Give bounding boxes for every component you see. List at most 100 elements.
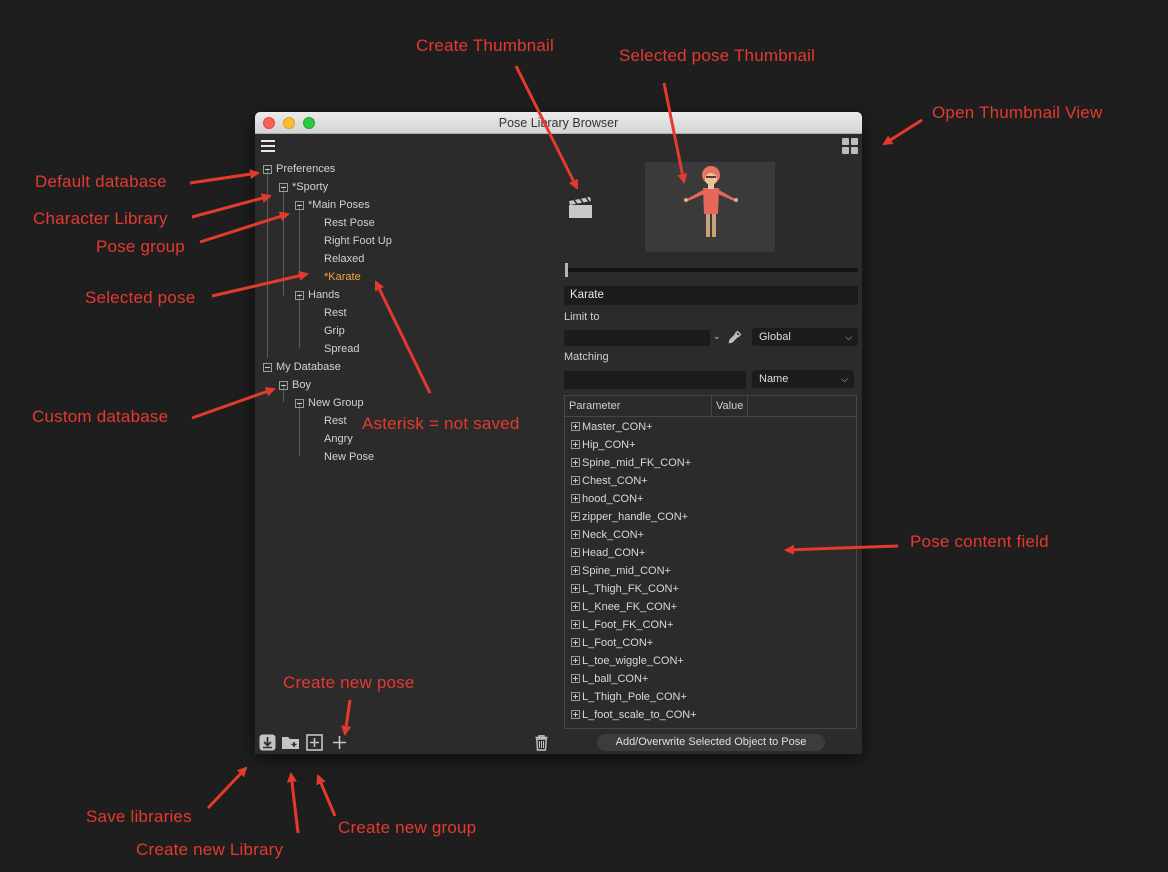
expand-icon[interactable] <box>571 440 580 449</box>
collapse-icon[interactable] <box>295 399 304 408</box>
parameter-name: hood_CON+ <box>582 493 644 505</box>
table-row[interactable]: L_foot_scale_to_CON+ <box>571 706 697 724</box>
tree-item-rest[interactable]: Rest <box>324 304 347 322</box>
expand-icon[interactable] <box>571 458 580 467</box>
annotation-create-new-library: Create new Library <box>136 840 284 859</box>
table-row[interactable]: zipper_handle_CON+ <box>571 508 688 526</box>
thumbnail-slider-handle[interactable] <box>565 263 568 277</box>
table-row[interactable]: L_toe_wiggle_CON+ <box>571 652 684 670</box>
expand-icon[interactable] <box>571 476 580 485</box>
tree-item-boy-rest[interactable]: Rest <box>324 412 347 430</box>
chevron-down-icon[interactable]: ⌄ <box>713 331 721 342</box>
limit-scope-dropdown[interactable]: Global ⌵ <box>752 328 858 346</box>
new-group-icon[interactable] <box>306 734 323 751</box>
table-row[interactable]: Master_CON+ <box>571 418 653 436</box>
tree-item-preferences[interactable]: Preferences <box>263 160 335 178</box>
expand-icon[interactable] <box>571 602 580 611</box>
annotation-custom-database: Custom database <box>32 407 169 426</box>
tree-item-grip[interactable]: Grip <box>324 322 345 340</box>
title-bar[interactable]: Pose Library Browser <box>255 112 862 134</box>
tree-item-hands[interactable]: Hands <box>295 286 340 304</box>
collapse-icon[interactable] <box>295 201 304 210</box>
column-header-value[interactable]: Value <box>712 396 748 417</box>
tree-item-new-group[interactable]: New Group <box>295 394 364 412</box>
trash-icon[interactable] <box>533 734 550 751</box>
collapse-icon[interactable] <box>263 363 272 372</box>
thumbnail-slider-track[interactable] <box>565 268 858 272</box>
expand-icon[interactable] <box>571 530 580 539</box>
matching-mode-value: Name <box>759 373 789 385</box>
matching-field[interactable] <box>564 371 746 389</box>
annotation-selected-pose-thumbnail: Selected pose Thumbnail <box>619 46 816 65</box>
table-row[interactable]: L_Foot_CON+ <box>571 634 653 652</box>
expand-icon[interactable] <box>571 692 580 701</box>
create-thumbnail-icon[interactable] <box>568 196 593 218</box>
table-row[interactable]: L_Thigh_FK_CON+ <box>571 580 679 598</box>
expand-icon[interactable] <box>571 656 580 665</box>
table-row[interactable]: Neck_CON+ <box>571 526 644 544</box>
new-pose-icon[interactable] <box>331 734 348 751</box>
pose-name-field[interactable]: Karate <box>564 286 858 305</box>
limit-to-field[interactable] <box>564 330 710 346</box>
collapse-icon[interactable] <box>279 381 288 390</box>
table-row[interactable]: L_Knee_FK_CON+ <box>571 598 677 616</box>
tree-item-spread[interactable]: Spread <box>324 340 359 358</box>
table-row[interactable]: L_Thigh_Pole_CON+ <box>571 688 687 706</box>
character-thumbnail-image <box>684 166 738 241</box>
tree-item-sporty[interactable]: *Sporty <box>279 178 328 196</box>
add-overwrite-button[interactable]: Add/Overwrite Selected Object to Pose <box>597 734 825 751</box>
tree-item-right-foot-up[interactable]: Right Foot Up <box>324 232 392 250</box>
tree-item-label: Hands <box>308 289 340 301</box>
tree-item-main-poses[interactable]: *Main Poses <box>295 196 370 214</box>
table-row[interactable]: L_ball_CON+ <box>571 670 648 688</box>
tree-item-boy[interactable]: Boy <box>279 376 311 394</box>
tree-item-relaxed[interactable]: Relaxed <box>324 250 364 268</box>
new-library-icon[interactable] <box>281 734 301 751</box>
table-row[interactable]: Spine_mid_CON+ <box>571 562 671 580</box>
annotation-pose-content-field: Pose content field <box>910 532 1049 551</box>
limit-to-label: Limit to <box>564 311 600 323</box>
tree-item-label: Relaxed <box>324 253 365 265</box>
expand-icon[interactable] <box>571 494 580 503</box>
eyedropper-icon[interactable] <box>727 329 743 345</box>
expand-icon[interactable] <box>571 422 580 431</box>
tree-item-new-pose[interactable]: New Pose <box>324 448 374 466</box>
tree-item-label: *Sporty <box>292 181 329 193</box>
chevron-down-icon: ⌵ <box>841 374 848 384</box>
arrow-default-database <box>189 169 260 185</box>
tree-item-rest-pose[interactable]: Rest Pose <box>324 214 375 232</box>
table-row[interactable]: Chest_CON+ <box>571 472 648 490</box>
tree-item-label: Right Foot Up <box>324 235 392 247</box>
table-row[interactable]: Spine_mid_FK_CON+ <box>571 454 691 472</box>
table-row[interactable]: L_Foot_FK_CON+ <box>571 616 673 634</box>
hamburger-menu-icon[interactable] <box>261 140 275 152</box>
annotation-create-new-pose: Create new pose <box>283 673 415 692</box>
expand-icon[interactable] <box>571 710 580 719</box>
expand-icon[interactable] <box>571 638 580 647</box>
expand-icon[interactable] <box>571 674 580 683</box>
column-header-parameter[interactable]: Parameter <box>565 396 712 417</box>
expand-icon[interactable] <box>571 548 580 557</box>
annotation-create-thumbnail: Create Thumbnail <box>416 36 555 55</box>
collapse-icon[interactable] <box>295 291 304 300</box>
parameter-name: L_toe_wiggle_CON+ <box>582 655 684 667</box>
expand-icon[interactable] <box>571 512 580 521</box>
tree-item-label: Rest <box>324 415 347 427</box>
tree-item-my-database[interactable]: My Database <box>263 358 341 376</box>
table-row[interactable]: Head_CON+ <box>571 544 645 562</box>
thumbnail-view-icon[interactable] <box>842 138 859 155</box>
collapse-icon[interactable] <box>263 165 272 174</box>
expand-icon[interactable] <box>571 584 580 593</box>
save-libraries-icon[interactable] <box>259 734 276 751</box>
tree-item-angry[interactable]: Angry <box>324 430 353 448</box>
tree-item-karate[interactable]: *Karate <box>324 268 361 286</box>
parameter-name: Hip_CON+ <box>582 439 636 451</box>
table-row[interactable]: Hip_CON+ <box>571 436 636 454</box>
tree-item-label: *Karate <box>324 271 361 283</box>
matching-mode-dropdown[interactable]: Name ⌵ <box>752 370 854 388</box>
annotation-default-database: Default database <box>35 172 167 191</box>
expand-icon[interactable] <box>571 620 580 629</box>
collapse-icon[interactable] <box>279 183 288 192</box>
table-row[interactable]: hood_CON+ <box>571 490 643 508</box>
expand-icon[interactable] <box>571 566 580 575</box>
